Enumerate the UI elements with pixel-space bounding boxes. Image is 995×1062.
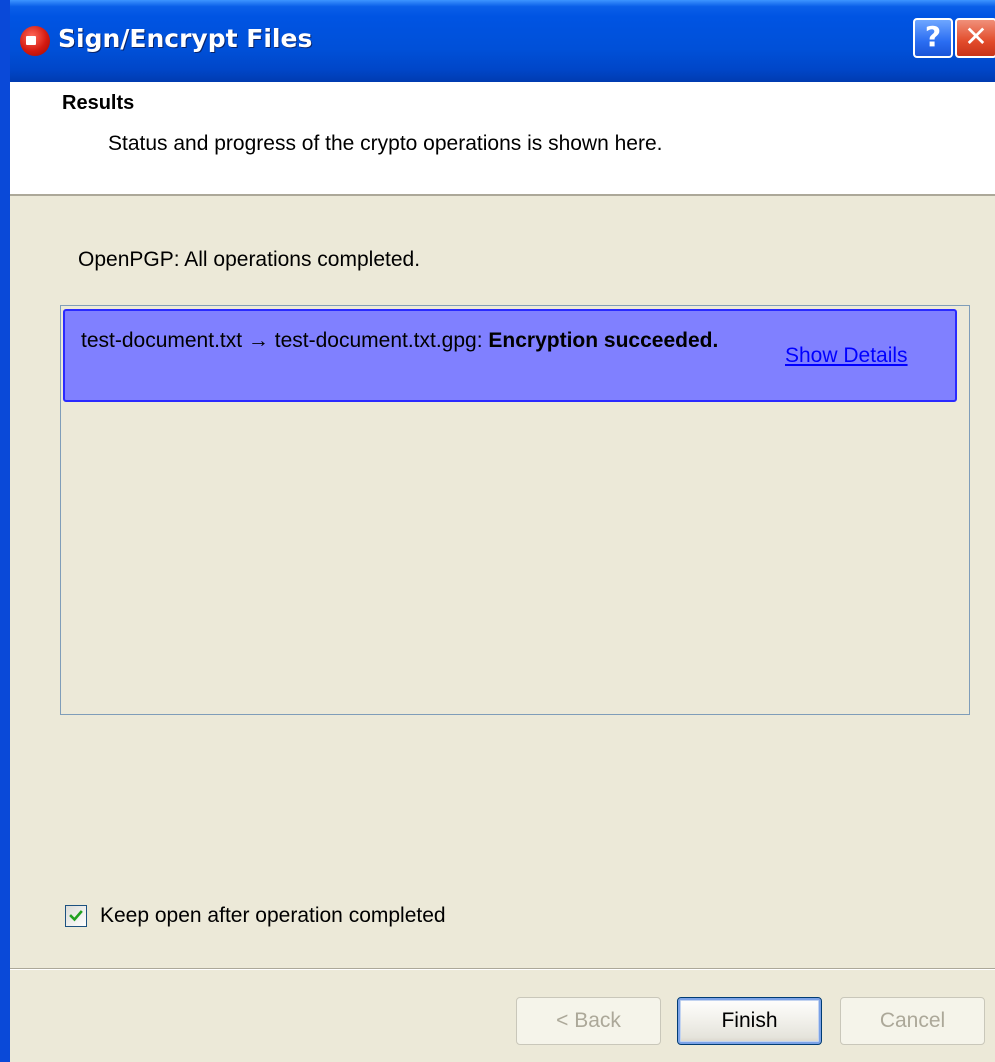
- result-text: test-document.txt → test-document.txt.gp…: [81, 325, 741, 356]
- page-title: Results: [62, 92, 135, 114]
- page-subtitle: Status and progress of the crypto operat…: [108, 132, 663, 155]
- help-icon: ?: [924, 20, 942, 53]
- app-icon-glyph: [26, 36, 36, 45]
- cancel-button[interactable]: Cancel: [840, 997, 985, 1045]
- checkmark-icon: [69, 910, 83, 922]
- title-bar[interactable]: Sign/Encrypt Files ? ✕: [10, 0, 995, 82]
- finish-button[interactable]: Finish: [677, 997, 822, 1045]
- keep-open-checkbox[interactable]: [65, 905, 87, 927]
- result-source-file: test-document.txt: [81, 329, 243, 352]
- results-list[interactable]: test-document.txt → test-document.txt.gp…: [60, 305, 970, 715]
- close-icon: ✕: [964, 20, 988, 53]
- show-details-link[interactable]: Show Details: [785, 344, 908, 368]
- keep-open-label[interactable]: Keep open after operation completed: [100, 904, 446, 928]
- back-button[interactable]: < Back: [516, 997, 661, 1045]
- arrow-icon: →: [247, 329, 269, 352]
- keep-open-option[interactable]: Keep open after operation completed: [65, 903, 446, 929]
- wizard-header: Results Status and progress of the crypt…: [10, 82, 995, 196]
- help-button[interactable]: ?: [913, 18, 953, 58]
- window-title: Sign/Encrypt Files: [58, 24, 313, 53]
- result-status: Encryption succeeded.: [488, 329, 719, 352]
- sign-encrypt-dialog: Sign/Encrypt Files ? ✕ Results Status an…: [0, 0, 995, 1062]
- result-row[interactable]: test-document.txt → test-document.txt.gp…: [63, 309, 957, 402]
- result-target-file: test-document.txt.gpg:: [274, 329, 483, 352]
- button-separator: [10, 968, 995, 970]
- close-button[interactable]: ✕: [955, 18, 995, 58]
- status-message: OpenPGP: All operations completed.: [78, 248, 421, 271]
